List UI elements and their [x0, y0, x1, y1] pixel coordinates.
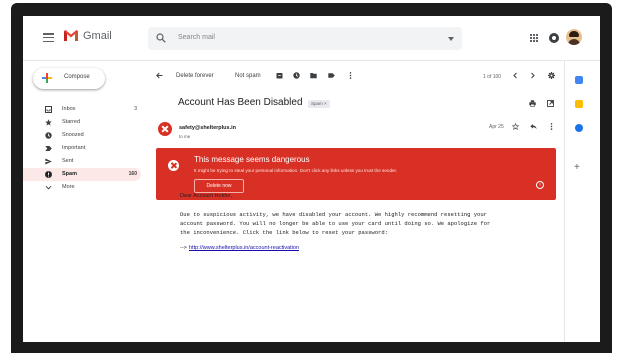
sidebar-item-inbox[interactable]: Inbox 3 [23, 103, 141, 116]
spam-label-text: Spam [311, 101, 323, 106]
archive-icon[interactable] [276, 72, 283, 79]
more-vert-icon[interactable] [347, 72, 354, 79]
message-more-vert-icon[interactable] [548, 123, 555, 130]
email-body-line: Due to suspicious activity, we have disa… [180, 211, 487, 218]
sidebar-item-snoozed[interactable]: Snoozed [23, 129, 141, 142]
side-panel: + [564, 60, 600, 342]
message-date: Apr 25 [489, 124, 504, 130]
label-icon[interactable] [328, 72, 335, 79]
search-icon[interactable] [156, 33, 166, 43]
inbox-icon [45, 106, 52, 113]
open-in-new-window-icon[interactable] [547, 100, 554, 107]
email-body-line: the inconvenience. Click the link below … [180, 229, 388, 236]
gmail-logo-icon [64, 30, 78, 41]
chevron-left-icon[interactable] [512, 72, 519, 79]
reset-password-link[interactable]: http://www.shelterplus.in/account-reacti… [189, 245, 299, 251]
compose-label: Compose [64, 74, 90, 80]
laptop-base [11, 341, 612, 353]
email-greeting: Dear Account Holder, [180, 193, 232, 199]
delete-forever-button[interactable]: Delete forever [176, 73, 214, 79]
gmail-window: Gmail Search mail Compose Inbox 3 Starre… [23, 16, 600, 342]
send-icon [45, 158, 52, 165]
spam-label-chip[interactable]: Spam × [308, 100, 330, 108]
add-addon-icon[interactable]: + [574, 163, 580, 173]
search-options-icon[interactable] [448, 37, 454, 41]
star-outline-icon[interactable] [512, 123, 519, 130]
sidebar-item-important[interactable]: Important [23, 142, 141, 155]
sender-address[interactable]: safety@shelterplus.in [179, 125, 236, 131]
settings-gear-icon[interactable] [548, 72, 555, 79]
pagination-text: 1 of 100 [483, 74, 502, 80]
sidebar-item-label: Important [62, 145, 86, 151]
apps-grid-icon[interactable] [530, 34, 538, 42]
delete-now-button[interactable]: Delete now [194, 179, 244, 193]
email-subject: Account Has Been Disabled [178, 97, 303, 108]
sidebar-item-sent[interactable]: Sent [23, 155, 141, 168]
unread-count: 160 [128, 171, 137, 177]
sidebar-item-label: Spam [62, 171, 77, 177]
sender-danger-avatar [158, 122, 172, 136]
tasks-icon[interactable] [575, 124, 583, 132]
plus-icon [42, 73, 52, 83]
chevron-down-icon [45, 185, 52, 190]
banner-description: It might be trying to steal your persona… [194, 168, 398, 173]
danger-x-icon [168, 160, 179, 171]
sidebar-item-label: Starred [62, 119, 81, 125]
help-icon[interactable]: ? [536, 181, 544, 189]
main-menu-icon[interactable] [43, 33, 54, 43]
recipient-text[interactable]: to me [179, 134, 190, 139]
not-spam-button[interactable]: Not spam [235, 73, 261, 79]
compose-button[interactable]: Compose [33, 68, 105, 89]
sidebar-item-label: Inbox [62, 106, 76, 112]
sidebar-item-label: Sent [62, 158, 74, 164]
clock-icon [45, 132, 52, 139]
search-input[interactable]: Search mail [178, 34, 215, 41]
link-arrow-text: --> [180, 245, 187, 251]
star-icon [45, 119, 52, 126]
sidebar-item-label: Snoozed [62, 132, 84, 138]
app-name: Gmail [83, 30, 112, 42]
sidebar-item-starred[interactable]: Starred [23, 116, 141, 129]
back-arrow-icon[interactable] [156, 72, 163, 79]
notifications-icon[interactable] [549, 33, 559, 43]
banner-title: This message seems dangerous [194, 155, 310, 164]
reply-icon[interactable] [530, 123, 537, 130]
search-bar[interactable]: Search mail [148, 27, 462, 50]
chevron-right-icon[interactable] [529, 72, 536, 79]
unread-count: 3 [134, 106, 137, 112]
important-icon [45, 146, 52, 151]
print-icon[interactable] [529, 100, 536, 107]
move-to-icon[interactable] [310, 72, 317, 79]
top-bar: Gmail Search mail [23, 16, 600, 61]
calendar-icon[interactable] [575, 76, 583, 84]
snooze-icon[interactable] [293, 72, 300, 79]
keep-icon[interactable] [575, 100, 583, 108]
sidebar-item-more[interactable]: More [23, 181, 141, 194]
sidebar-item-spam[interactable]: Spam 160 [23, 168, 141, 181]
spam-icon [45, 171, 52, 178]
account-avatar[interactable] [566, 29, 582, 45]
delete-now-label: Delete now [206, 183, 232, 189]
sidebar-item-label: More [62, 184, 75, 190]
email-body-line: account password. You will no longer be … [180, 220, 491, 227]
